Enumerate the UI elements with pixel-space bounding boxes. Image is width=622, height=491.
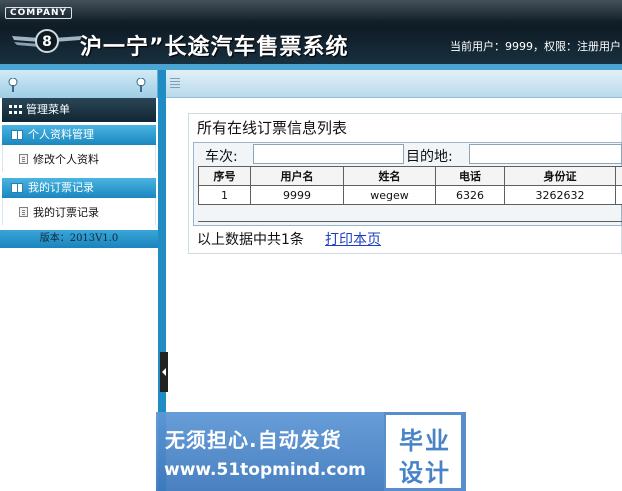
watermark-badge: 毕业 设计 <box>386 415 461 488</box>
pin-icon <box>8 78 18 92</box>
table-cell-overflow <box>615 185 622 205</box>
toolbar-grip-icon <box>170 78 180 88</box>
book-icon <box>11 183 23 193</box>
page-header: COMPANY 8 沪一宁”长途汽车售票系统 当前用户：9999，权限：注册用户 <box>0 0 622 64</box>
grid-dots-icon <box>9 105 22 114</box>
sidebar-item-my-bookings[interactable]: 我的订票记录 <box>33 204 99 220</box>
sidebar-item-edit-profile[interactable]: 修改个人资料 <box>33 151 99 167</box>
main-toolbar <box>166 70 622 98</box>
menu-title-label: 管理菜单 <box>26 103 70 116</box>
watermark-badge-line2: 设计 <box>399 459 451 487</box>
page-title: 所有在线订票信息列表 <box>197 119 348 137</box>
svg-text:8: 8 <box>42 34 52 50</box>
booking-table: 序号 用户名 姓名 电话 身份证 1 9999 wegew 6326 32626… <box>198 166 622 205</box>
sidebar: 管理菜单 个人资料管理 修改个人资料 我的订票记录 我的订票记录 版本：2013… <box>0 70 158 491</box>
sidebar-item-box: 我的订票记录 <box>2 198 156 225</box>
column-header: 用户名 <box>250 166 344 186</box>
destination-input[interactable] <box>469 144 622 164</box>
system-title: 沪一宁”长途汽车售票系统 <box>80 35 349 60</box>
table-header-row: 序号 用户名 姓名 电话 身份证 <box>198 166 622 186</box>
table-bottom-rule <box>198 206 622 222</box>
watermark-badge-line1: 毕业 <box>399 427 451 455</box>
sidebar-group-bookings[interactable]: 我的订票记录 <box>2 178 156 198</box>
company-badge: COMPANY <box>5 7 72 19</box>
watermark-url: www.51topmind.com <box>164 460 366 480</box>
app-window: COMPANY 8 沪一宁”长途汽车售票系统 当前用户：9999，权限：注册用户… <box>0 0 622 491</box>
column-header: 姓名 <box>343 166 436 186</box>
sidebar-group-profile[interactable]: 个人资料管理 <box>2 125 156 145</box>
pin-icon <box>136 78 146 92</box>
sidebar-item-box: 修改个人资料 <box>2 145 156 172</box>
table-cell: 6326 <box>435 185 505 205</box>
document-icon <box>19 207 28 217</box>
column-header: 电话 <box>435 166 505 186</box>
record-count: 以上数据中共1条 <box>197 232 304 248</box>
table-cell: 3262632 <box>504 185 616 205</box>
trip-input[interactable] <box>253 144 404 164</box>
version-label: 版本：2013V1.0 <box>0 230 158 248</box>
column-header: 序号 <box>198 166 251 186</box>
sidebar-group-label: 个人资料管理 <box>28 128 94 141</box>
current-user-info: 当前用户：9999，权限：注册用户 <box>450 40 621 53</box>
winged-logo-icon: 8 <box>12 29 82 53</box>
sidebar-group-label: 我的订票记录 <box>28 181 94 194</box>
watermark-slogan: 无须担心.自动发货 <box>165 428 342 452</box>
column-header: 身份证 <box>504 166 616 186</box>
trip-label: 车次: <box>205 149 238 165</box>
document-icon <box>19 154 28 164</box>
book-icon <box>11 130 23 140</box>
table-cell: wegew <box>343 185 436 205</box>
table-cell: 1 <box>198 185 251 205</box>
column-header-overflow <box>615 166 622 186</box>
watermark-banner: 无须担心.自动发货 www.51topmind.com 毕业 设计 <box>156 412 466 491</box>
table-row: 1 9999 wegew 6326 3262632 <box>198 185 622 205</box>
table-cell: 9999 <box>250 185 344 205</box>
sidebar-top <box>0 70 158 98</box>
destination-label: 目的地: <box>406 149 453 165</box>
collapse-sidebar-handle[interactable] <box>160 352 168 392</box>
header-gloss <box>0 0 622 22</box>
print-page-link[interactable]: 打印本页 <box>325 229 381 249</box>
menu-title: 管理菜单 <box>2 98 156 122</box>
